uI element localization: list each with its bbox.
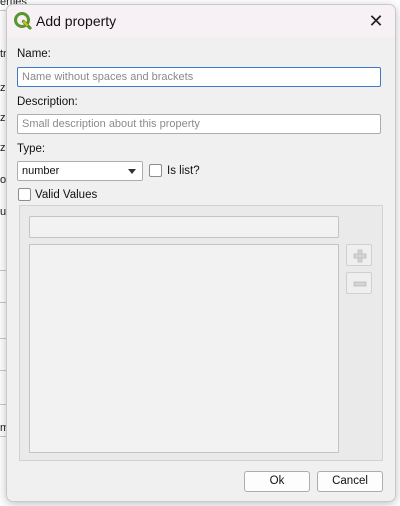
plus-icon (353, 249, 367, 263)
dialog-title: Add property (36, 13, 117, 29)
is-list-label: Is list? (167, 165, 200, 177)
title-bar[interactable]: Add property ✕ (7, 5, 395, 37)
remove-value-button[interactable] (346, 272, 372, 294)
qgis-icon (14, 12, 32, 30)
bg-text-fragment: z (0, 112, 6, 124)
valid-value-input[interactable] (29, 216, 339, 238)
type-select[interactable]: number (17, 161, 143, 181)
ok-button[interactable]: Ok (244, 471, 310, 492)
add-property-dialog: Add property ✕ Name: Description: Type: … (6, 4, 396, 502)
close-icon[interactable]: ✕ (363, 9, 389, 33)
minus-icon (353, 281, 367, 287)
valid-values-label: Valid Values (35, 189, 98, 201)
chevron-down-icon (128, 169, 136, 174)
valid-values-list[interactable] (29, 244, 339, 453)
type-label: Type: (17, 143, 46, 155)
bg-text-fragment: z (0, 82, 6, 94)
description-input[interactable] (17, 114, 381, 134)
add-value-button[interactable] (346, 244, 372, 266)
cancel-button[interactable]: Cancel (317, 471, 383, 492)
is-list-checkbox[interactable] (149, 164, 162, 177)
name-label: Name: (17, 48, 51, 60)
valid-values-group (19, 205, 383, 461)
name-input[interactable] (17, 67, 381, 87)
bg-text-fragment: z (0, 142, 6, 154)
valid-values-checkbox[interactable] (18, 188, 31, 201)
description-label: Description: (17, 96, 78, 108)
type-selected-value: number (22, 165, 60, 177)
